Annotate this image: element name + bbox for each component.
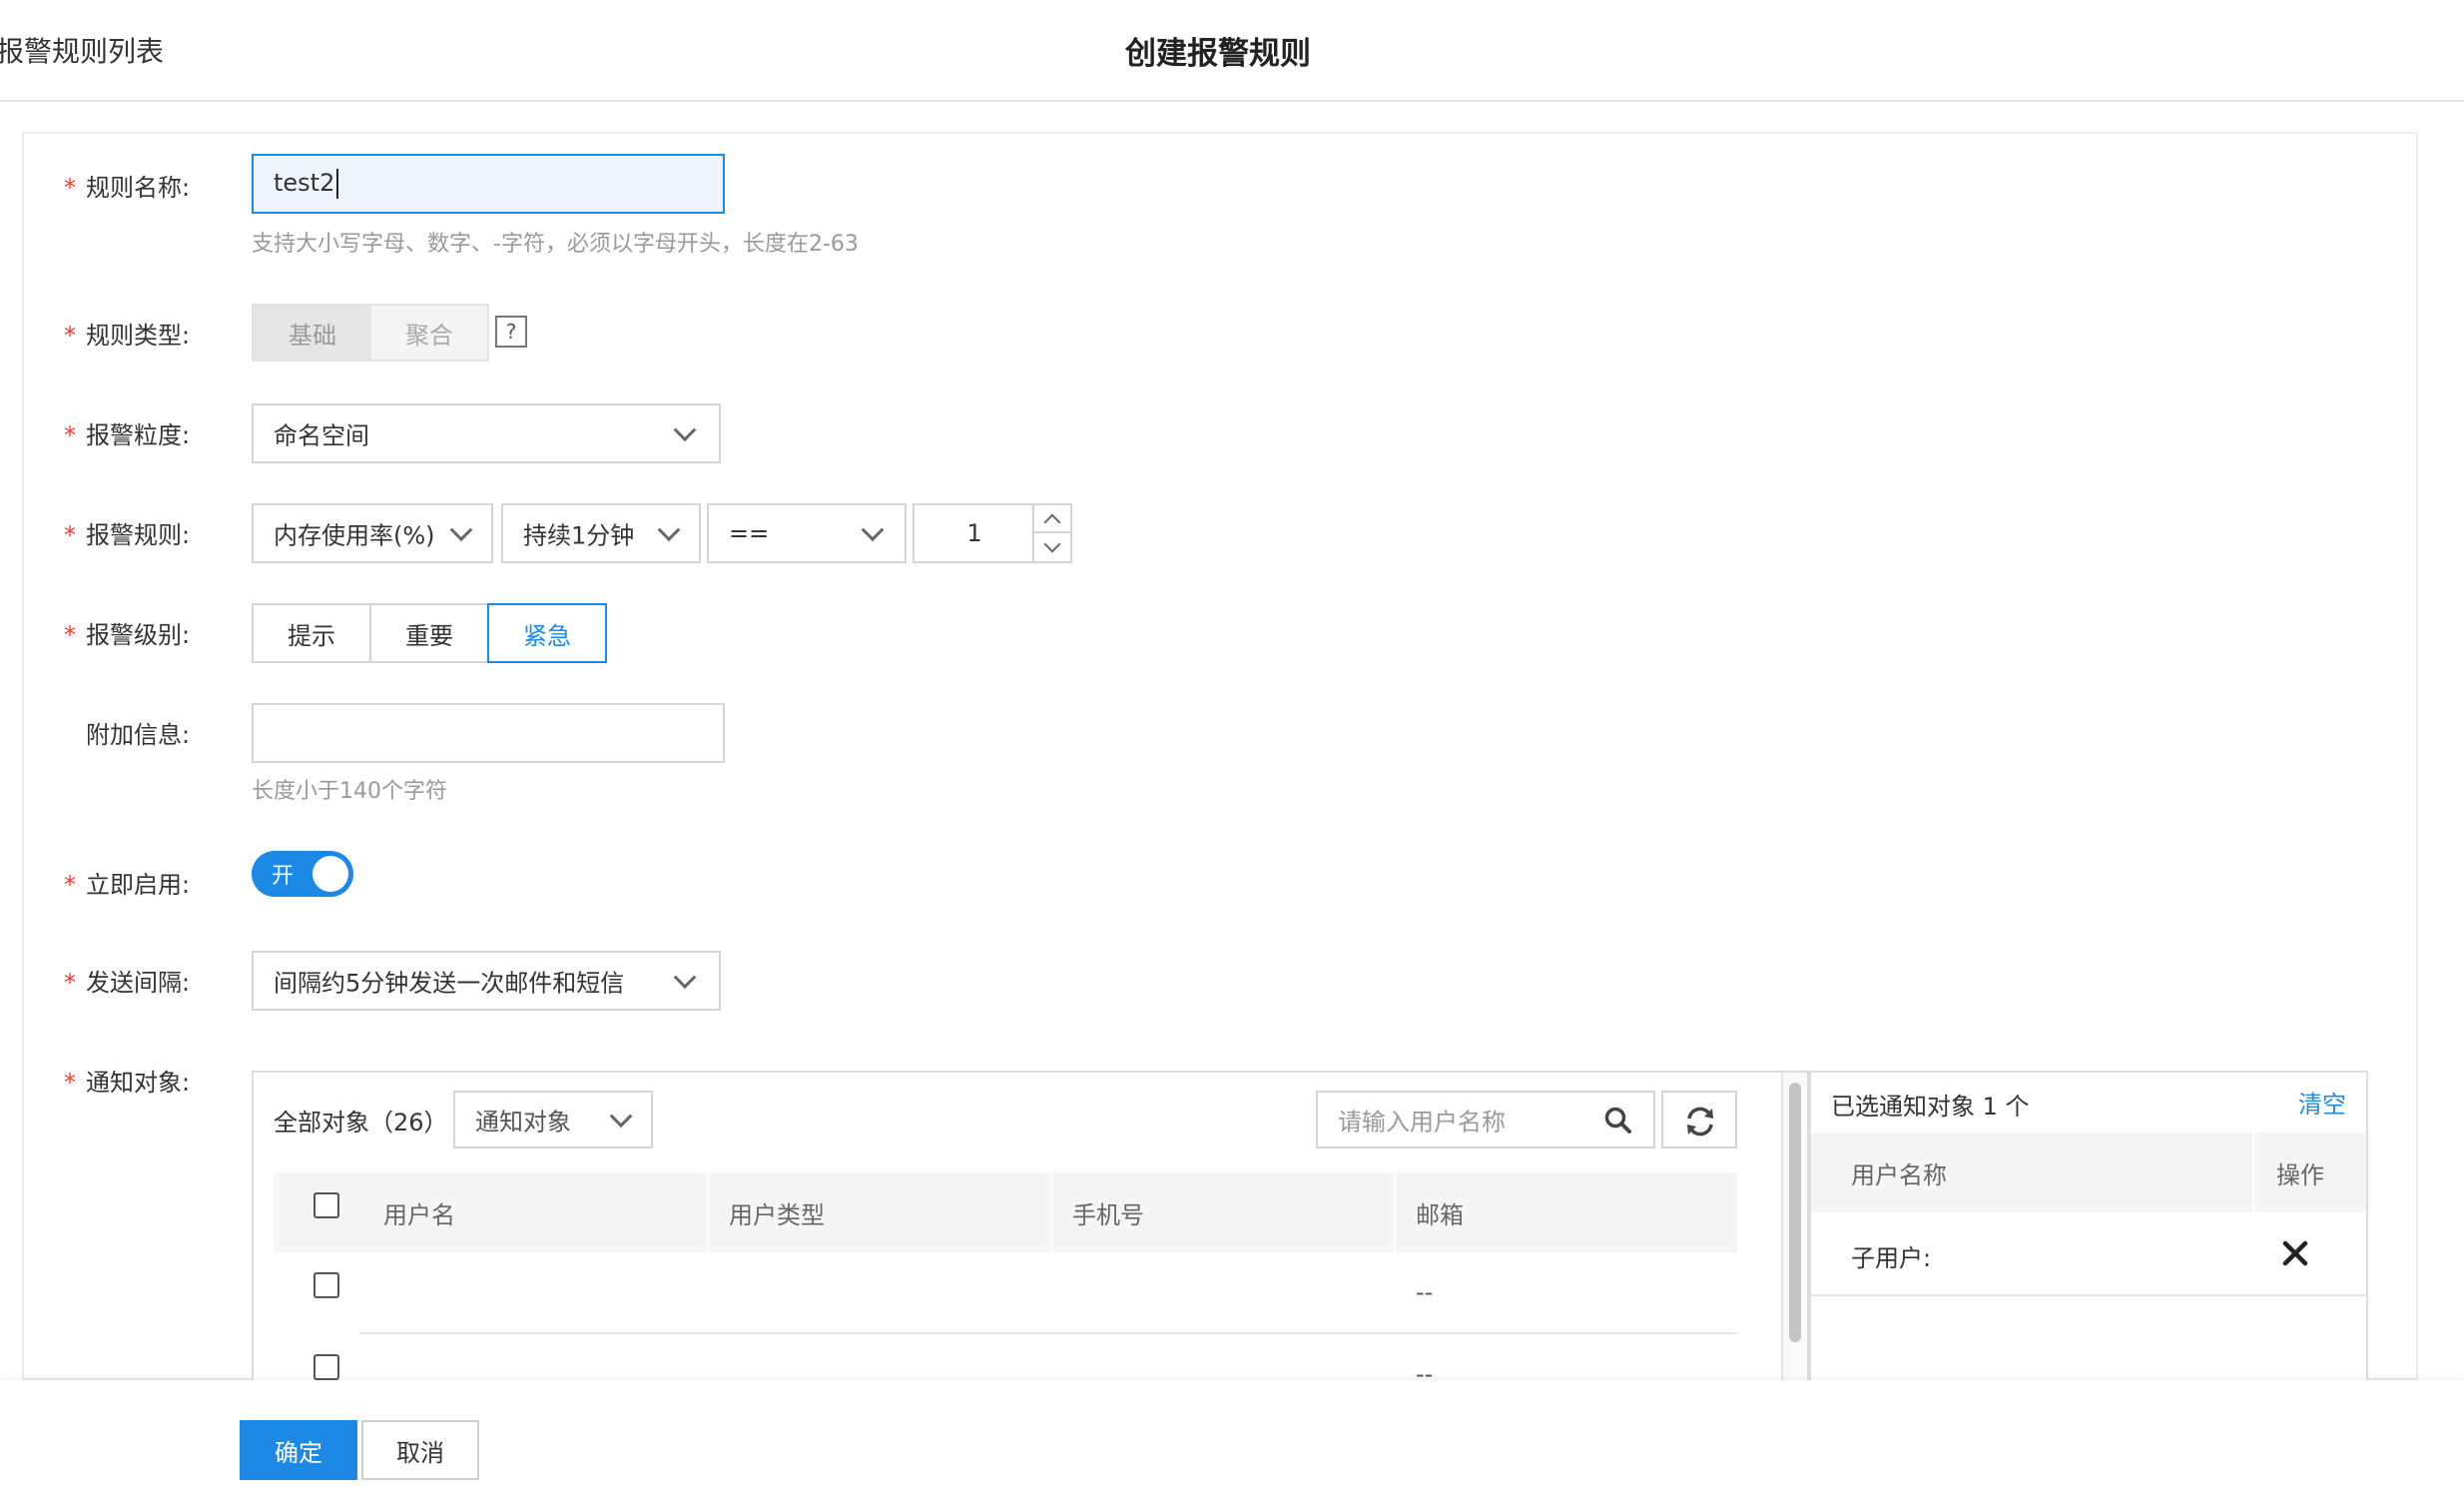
all-objects-count: 全部对象（26） [274, 1109, 448, 1136]
page-header: 报警规则列表 创建报警规则 [0, 0, 2464, 102]
select-all-checkbox[interactable] [313, 1192, 339, 1218]
granularity-label: * 报警粒度: [64, 421, 191, 449]
row-checkbox[interactable] [313, 1272, 339, 1298]
required-mark: * [64, 322, 76, 350]
form-footer: 确定 取消 [0, 1380, 2464, 1512]
refresh-icon [1687, 1107, 1713, 1136]
column-header-user-type[interactable]: 用户类型 [729, 1172, 825, 1252]
selected-row: 子用户: [1811, 1212, 2366, 1296]
extra-info-input[interactable] [252, 703, 725, 763]
rule-name-input[interactable]: test2 [252, 154, 725, 214]
refresh-button[interactable] [1661, 1091, 1737, 1148]
chevron-up-icon [1043, 513, 1061, 531]
chevron-down-icon [673, 418, 697, 442]
required-mark: * [64, 521, 76, 549]
rule-type-segmented: 基础 聚合 [252, 304, 489, 362]
metric-select[interactable]: 内存使用率(%) [252, 503, 493, 563]
duration-select[interactable]: 持续1分钟 [501, 503, 701, 563]
search-icon[interactable] [1603, 1106, 1633, 1135]
send-interval-label: * 发送间隔: [64, 969, 191, 997]
page-title: 创建报警规则 [1125, 36, 1311, 72]
help-icon[interactable]: ? [495, 316, 527, 348]
send-interval-select[interactable]: 间隔约5分钟发送一次邮件和短信 [252, 951, 721, 1011]
operator-select[interactable]: == [707, 503, 907, 563]
rule-name-hint: 支持大小写字母、数字、-字符，必须以字母开头，长度在2-63 [252, 232, 859, 257]
level-important-option[interactable]: 重要 [369, 603, 489, 663]
extra-info-hint: 长度小于140个字符 [252, 779, 447, 804]
required-mark: * [64, 871, 76, 899]
vertical-scrollbar[interactable] [1781, 1073, 1807, 1388]
table-row[interactable]: -- [274, 1252, 1737, 1334]
required-mark: * [64, 621, 76, 649]
extra-info-label: 附加信息: [86, 721, 191, 749]
stepper-up-button[interactable] [1034, 505, 1070, 533]
chevron-down-icon [673, 966, 697, 990]
selected-objects-panel: 已选通知对象 1 个 清空 用户名称 操作 子用户: [1809, 1071, 2368, 1390]
stepper-down-button[interactable] [1034, 533, 1070, 561]
chevron-down-icon [609, 1105, 633, 1129]
cancel-button[interactable]: 取消 [361, 1420, 479, 1480]
column-header-phone[interactable]: 手机号 [1072, 1172, 1144, 1252]
level-urgent-option[interactable]: 紧急 [487, 603, 607, 663]
alarm-level-label: * 报警级别: [64, 621, 191, 649]
user-search-input[interactable]: 请输入用户名称 [1316, 1091, 1655, 1148]
chevron-down-icon [449, 518, 473, 542]
column-divider [1394, 1172, 1396, 1252]
required-mark: * [64, 1069, 76, 1097]
clear-selection-link[interactable]: 清空 [2298, 1085, 2346, 1120]
level-hint-option[interactable]: 提示 [252, 603, 371, 663]
column-header-username[interactable]: 用户名 [383, 1172, 455, 1252]
row-checkbox[interactable] [313, 1354, 339, 1380]
notify-target-label: * 通知对象: [64, 1069, 191, 1097]
column-divider [2252, 1133, 2254, 1212]
text-caret [336, 169, 339, 199]
column-divider [707, 1172, 709, 1252]
notify-filter-select[interactable]: 通知对象 [453, 1091, 653, 1148]
required-mark: * [64, 421, 76, 449]
threshold-input[interactable]: 1 [913, 503, 1072, 563]
toggle-knob [312, 856, 348, 892]
rule-name-label: * 规则名称: [64, 174, 191, 202]
selected-count-title: 已选通知对象 1 个 [1831, 1093, 2030, 1121]
column-header-user-name: 用户名称 [1851, 1160, 1947, 1189]
scrollbar-thumb[interactable] [1789, 1083, 1801, 1342]
rule-type-aggregate-option[interactable]: 聚合 [371, 306, 487, 360]
column-header-action: 操作 [2276, 1160, 2324, 1189]
column-header-email[interactable]: 邮箱 [1416, 1172, 1464, 1252]
required-mark: * [64, 174, 76, 202]
selected-user-name: 子用户: [1851, 1244, 1932, 1272]
chevron-down-icon [657, 518, 681, 542]
enable-now-toggle[interactable]: 开 [252, 851, 353, 897]
notify-objects-panel: 全部对象（26） 通知对象 请输入用户名称 用户名 用户类型 手机号 邮箱 --… [252, 1071, 1809, 1390]
threshold-stepper [1032, 505, 1070, 561]
chevron-down-icon [1043, 535, 1061, 553]
rule-type-label: * 规则类型: [64, 322, 191, 350]
notify-table-header: 用户名 用户类型 手机号 邮箱 [274, 1172, 1737, 1252]
required-mark: * [64, 969, 76, 997]
form-panel: * 规则名称: test2 支持大小写字母、数字、-字符，必须以字母开头，长度在2… [22, 132, 2418, 1390]
selected-table-header: 用户名称 操作 [1811, 1133, 2366, 1212]
column-divider [1050, 1172, 1052, 1252]
chevron-down-icon [861, 518, 885, 542]
alarm-rule-label: * 报警规则: [64, 521, 191, 549]
rule-type-basic-option[interactable]: 基础 [254, 306, 371, 360]
enable-now-label: * 立即启用: [64, 871, 191, 899]
email-cell: -- [1416, 1278, 1434, 1306]
confirm-button[interactable]: 确定 [240, 1420, 357, 1480]
granularity-select[interactable]: 命名空间 [252, 403, 721, 463]
close-icon[interactable] [2280, 1238, 2310, 1268]
